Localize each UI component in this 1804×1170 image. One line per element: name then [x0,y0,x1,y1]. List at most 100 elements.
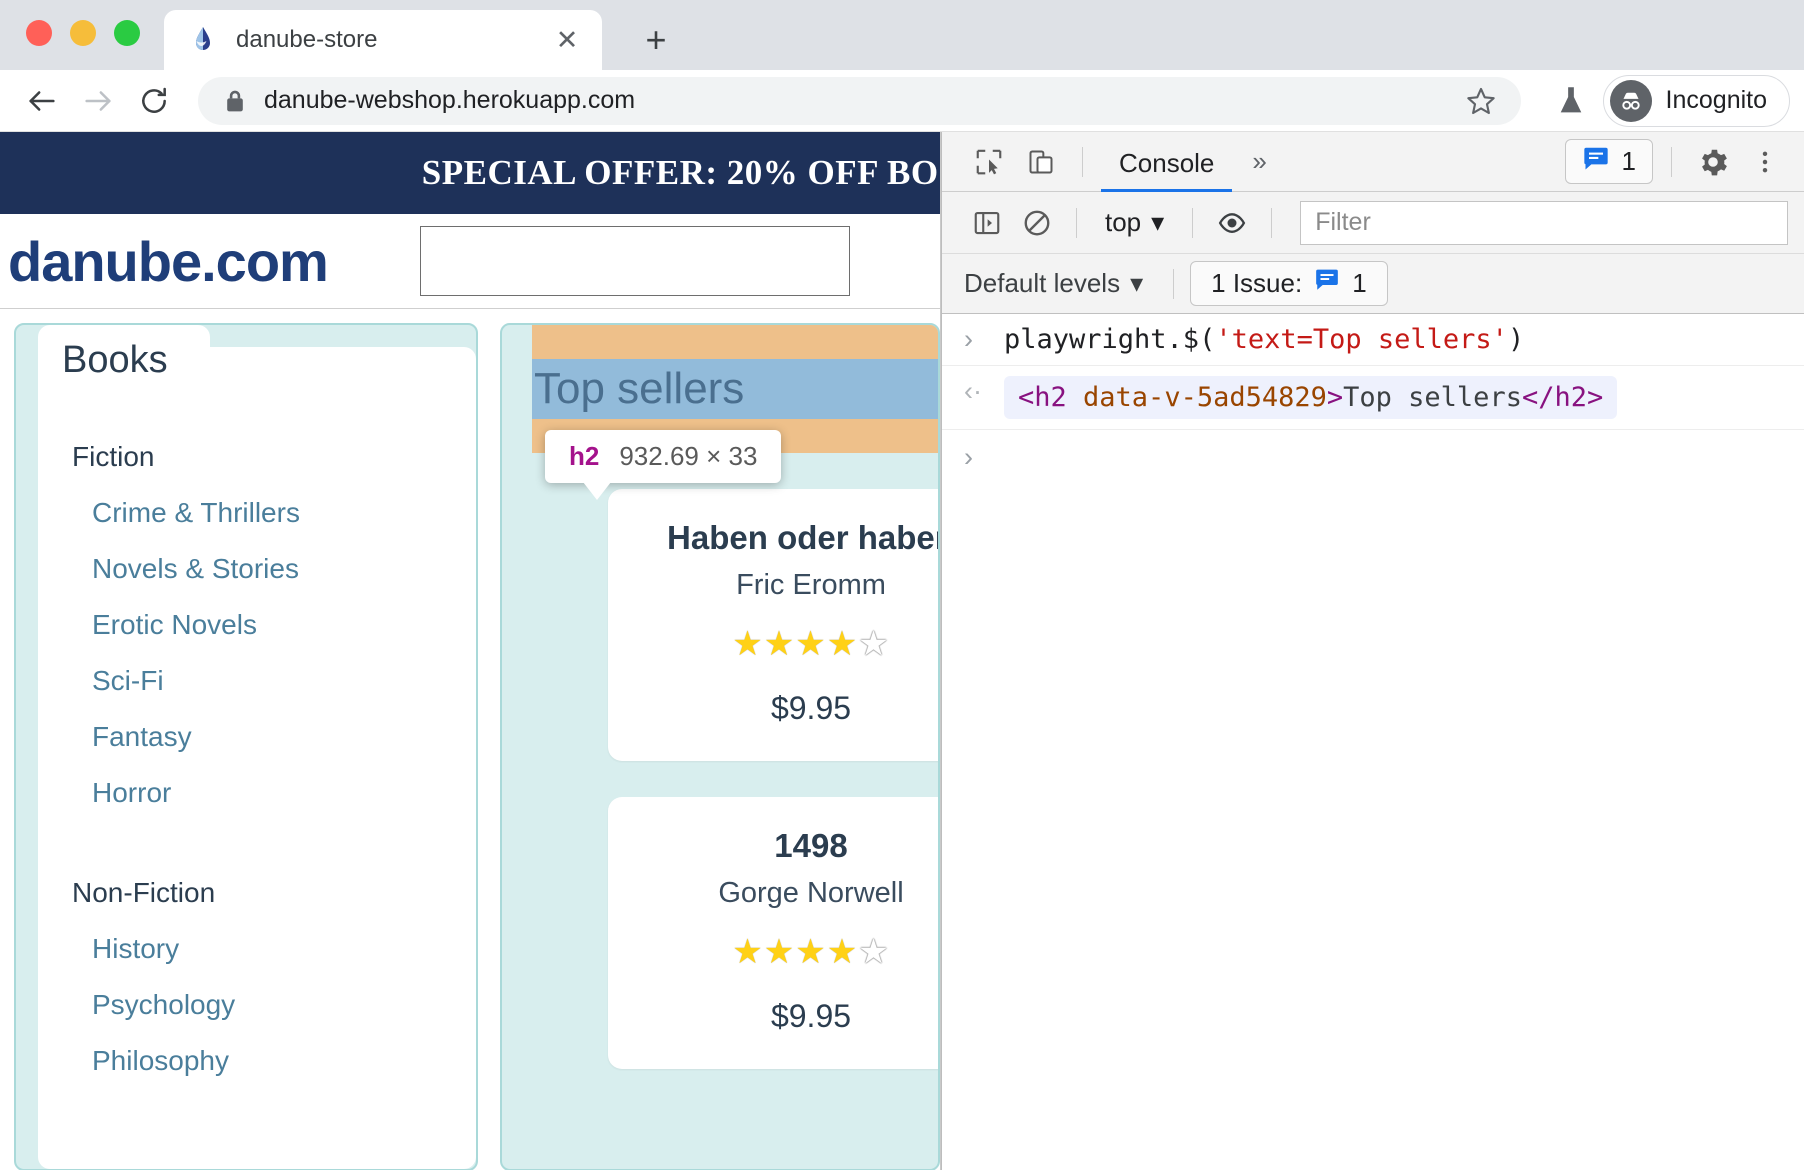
top-sellers-heading: Top sellers [534,364,745,413]
special-offer-text: SPECIAL OFFER: 20% OFF BOO [421,153,940,192]
browser-tab[interactable]: danube-store ✕ [164,10,602,70]
sidebar-item-fantasy[interactable]: Fantasy [72,709,476,765]
sidebar-item-erotic-novels[interactable]: Erotic Novels [72,597,476,653]
console-result-row: ‹· <h2 data-v-5ad54829>Top sellers</h2> [942,366,1804,430]
result-closing-tag: </h2> [1521,382,1604,413]
devtools-panel: Console » 1 top ▾ Filter Default levels … [941,132,1804,1170]
element-inspector-tooltip: h2 932.69 × 33 [545,430,782,500]
issue-message-icon [1314,268,1340,299]
star-filled-icon: ★ [795,625,827,663]
product-price: $9.95 [770,690,852,726]
special-offer-banner: SPECIAL OFFER: 20% OFF BOO [0,132,940,214]
divider [1076,207,1077,238]
star-filled-icon: ★ [763,625,796,663]
sidebar-item-philosophy[interactable]: Philosophy [72,1033,476,1089]
clear-console-icon[interactable] [1014,200,1060,246]
issues-button-count: 1 [1352,268,1367,298]
url-text: danube-webshop.herokuapp.com [264,86,636,114]
maximize-window-button[interactable] [114,20,140,46]
close-window-button[interactable] [26,20,52,46]
product-author: Fric Eromm [736,569,886,601]
viewport-row: SPECIAL OFFER: 20% OFF BOO danube.com Bo… [0,132,1804,1170]
console-output[interactable]: › playwright.$('text=Top sellers') ‹· <h… [942,314,1804,1170]
rating-stars: ★★★★★ [632,624,938,664]
live-expression-eye-icon[interactable] [1209,200,1255,246]
console-input-row: › playwright.$('text=Top sellers') [942,314,1804,366]
inspector-tag-name: h2 [569,441,600,471]
command-string: 'text=Top sellers' [1215,324,1508,355]
sidebar-item-history[interactable]: History [72,921,476,977]
plus-icon[interactable]: + [632,16,680,64]
tab-strip: danube-store ✕ + [0,0,1804,70]
chevron-double-right-icon[interactable]: » [1238,146,1280,177]
star-icon[interactable] [1459,79,1503,123]
flask-icon[interactable] [1545,75,1597,127]
sidebar-item-sci-fi[interactable]: Sci-Fi [72,653,476,709]
more-vertical-icon[interactable] [1742,139,1788,185]
inspect-cursor-icon[interactable] [966,139,1012,185]
back-arrow-icon[interactable] [14,73,70,129]
star-filled-icon: ★ [795,933,827,971]
search-box[interactable] [419,226,850,296]
context-label: top [1105,207,1142,237]
devtools-margin-highlight-top [532,325,938,359]
issue-message-icon [1582,146,1610,177]
tab-console[interactable]: Console [1101,134,1233,192]
tab-title: danube-store [236,26,378,53]
context-selector[interactable]: top ▾ [1093,207,1176,238]
command-prefix: playwright.$( [1004,324,1216,355]
sidebar-item-novels-stories[interactable]: Novels & Stories [72,541,476,597]
console-result[interactable]: <h2 data-v-5ad54829>Top sellers</h2> [1004,376,1618,419]
product-card[interactable]: Haben oder haben Fric Eromm ★★★★★ $9.95 [608,489,940,761]
product-price: $9.95 [770,998,852,1034]
category-group-title: Fiction [72,441,155,472]
console-sidebar-icon[interactable] [964,200,1010,246]
close-icon[interactable]: ✕ [550,23,584,57]
star-filled-icon: ★ [732,933,764,971]
issues-badge[interactable]: 1 [1564,139,1653,184]
result-close-bracket: > [1326,382,1344,413]
devtools-content-highlight: Top sellers [532,359,938,419]
forward-arrow-icon [70,73,126,129]
incognito-indicator[interactable]: Incognito [1602,74,1790,127]
star-filled-icon: ★ [826,625,859,663]
divider [1671,146,1672,177]
reload-icon[interactable] [126,73,182,129]
result-tag-name: h2 [1034,382,1067,413]
danube-logo-icon [188,25,218,55]
gear-icon[interactable] [1690,139,1736,185]
console-prompt-row[interactable]: › [942,430,1804,485]
books-tab[interactable]: Books [38,325,210,392]
issues-count: 1 [1621,146,1636,176]
devtools-toolbar: Console » 1 [942,132,1804,192]
caret-down-icon: ▾ [1130,268,1144,298]
site-header: danube.com [0,214,940,309]
product-title: Haben oder haben [667,519,940,556]
address-bar[interactable]: danube-webshop.herokuapp.com [198,76,1521,125]
lock-icon [224,88,246,114]
filter-input[interactable] [1300,200,1788,245]
minimize-window-button[interactable] [70,20,96,46]
default-levels-label: Default levels [964,268,1121,298]
result-open-bracket: < [1018,382,1035,413]
product-card[interactable]: 1498 Gorge Norwell ★★★★★ $9.95 [608,797,938,1069]
page-body: Books Fiction Crime & Thrillers Novels &… [0,309,940,1170]
star-filled-icon: ★ [826,933,859,971]
star-empty-icon: ★ [858,625,890,663]
page-title: danube.com [8,229,329,293]
console-filter-bar: top ▾ [942,192,1804,254]
device-toolbar-icon[interactable] [1018,139,1064,185]
search-input[interactable] [420,227,849,295]
sidebar-item-crime-thrillers[interactable]: Crime & Thrillers [72,485,476,541]
sidebar-item-horror[interactable]: Horror [72,765,476,821]
prompt-arrow-icon: › [964,324,973,354]
inspector-dimensions: 932.69 × 33 [619,441,758,471]
issues-button[interactable]: 1 Issue: 1 [1190,261,1388,306]
product-title: 1498 [774,827,848,864]
product-author: Gorge Norwell [718,877,904,909]
console-levels-bar: Default levels ▾ 1 Issue: 1 [942,254,1804,314]
default-levels-selector[interactable]: Default levels ▾ [964,268,1157,299]
sidebar-item-psychology[interactable]: Psychology [72,977,476,1033]
window-controls [26,20,140,46]
caret-down-icon: ▾ [1151,207,1165,237]
